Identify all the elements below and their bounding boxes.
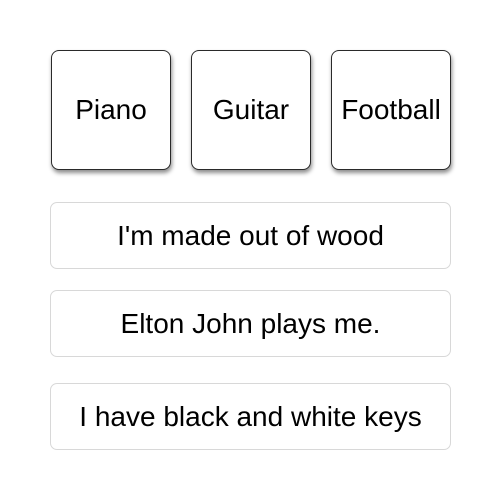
choice-piano-button[interactable]: Piano	[51, 50, 171, 170]
answer-choices: Piano Guitar Football	[51, 50, 451, 170]
clue-card: I'm made out of wood	[50, 202, 451, 269]
clue-card: I have black and white keys	[50, 383, 451, 450]
choice-guitar-button[interactable]: Guitar	[191, 50, 311, 170]
choice-football-button[interactable]: Football	[331, 50, 451, 170]
clue-card: Elton John plays me.	[50, 290, 451, 357]
